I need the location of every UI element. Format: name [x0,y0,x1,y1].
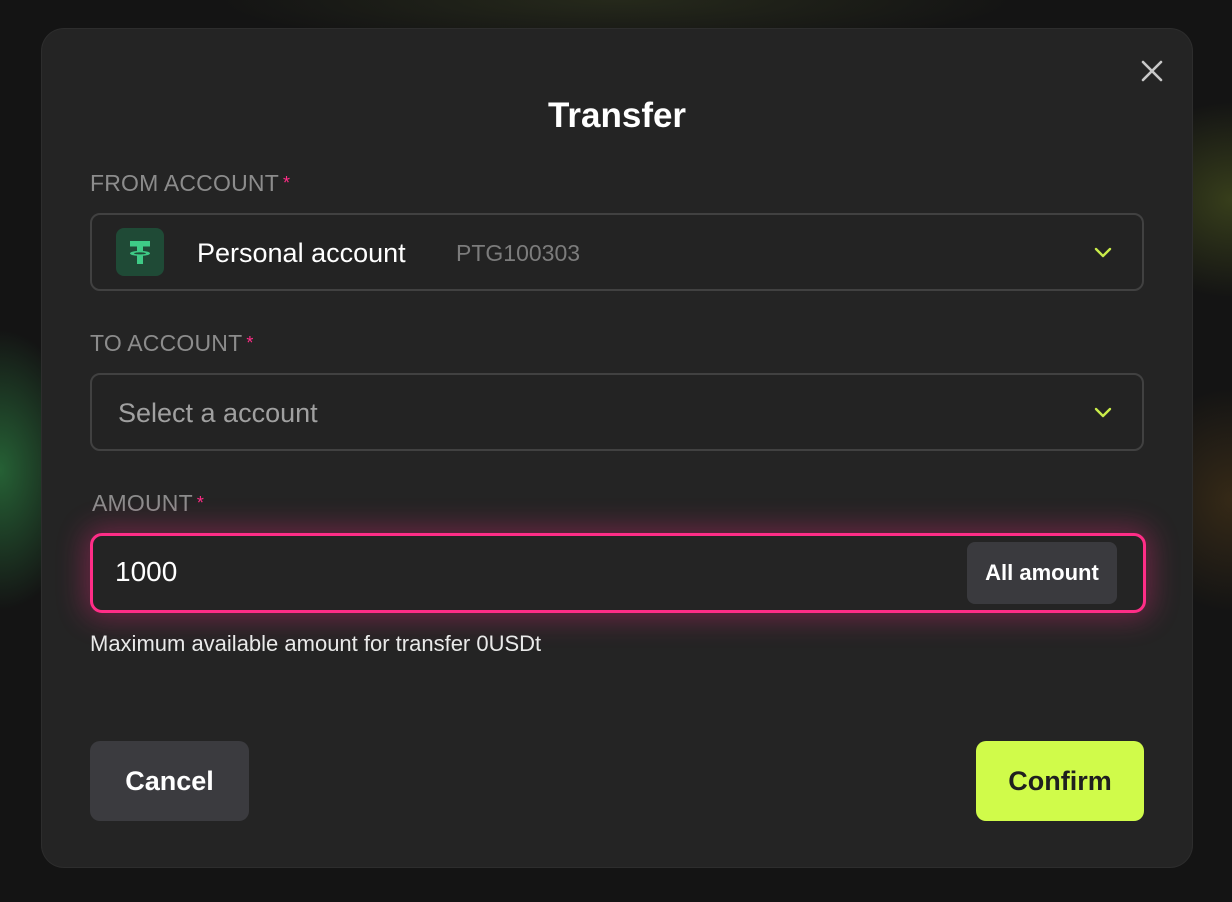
all-amount-button[interactable]: All amount [967,542,1117,604]
from-account-label: FROM ACCOUNT * [90,169,290,197]
from-account-select[interactable]: Personal account PTG100303 [90,213,1144,291]
chevron-down-icon [1094,407,1112,418]
to-account-label-text: TO ACCOUNT [90,330,243,356]
modal-title: Transfer [547,96,687,135]
confirm-button[interactable]: Confirm [976,741,1144,821]
from-account-id: PTG100303 [456,240,581,266]
required-mark: * [196,493,205,513]
cancel-button[interactable]: Cancel [90,741,249,821]
close-button[interactable] [1136,55,1168,87]
amount-label: AMOUNT * [92,489,204,517]
transfer-modal: Transfer FROM ACCOUNT * Personal account … [42,29,1192,867]
chevron-down-icon [1094,247,1112,258]
to-account-label: TO ACCOUNT * [90,329,254,357]
tether-icon [116,228,164,276]
amount-label-text: AMOUNT [92,490,193,516]
to-account-placeholder: Select a account [118,398,318,428]
amount-field: All amount [90,533,1146,613]
required-mark: * [282,173,291,193]
from-account-label-text: FROM ACCOUNT [90,170,279,196]
required-mark: * [246,333,254,353]
amount-hint: Maximum available amount for transfer 0U… [90,631,542,656]
close-icon [1141,60,1163,82]
to-account-select[interactable]: Select a account [90,373,1144,451]
amount-input[interactable] [115,555,815,589]
from-account-name: Personal account [197,238,406,268]
